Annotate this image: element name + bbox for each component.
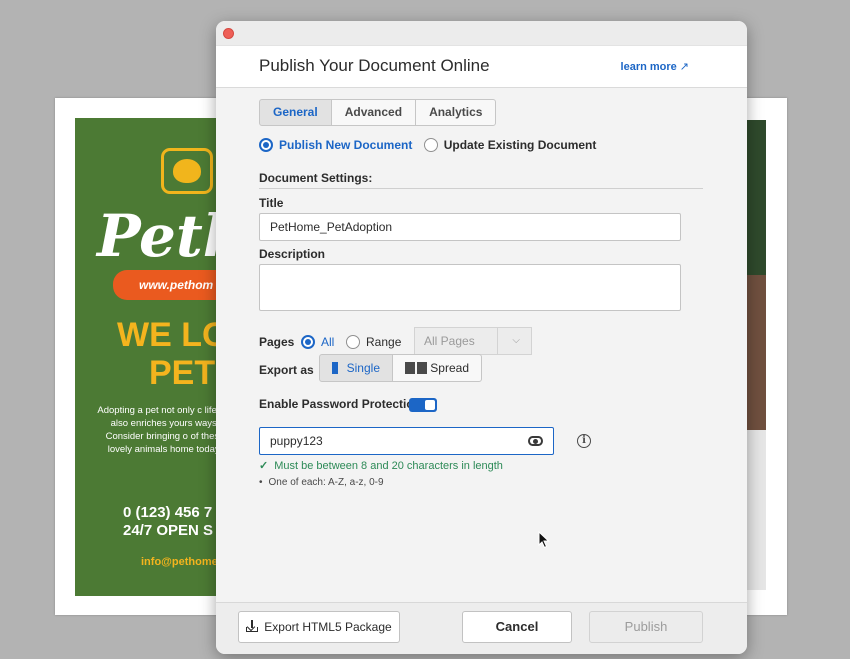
radio-selected-icon[interactable] <box>301 334 315 349</box>
tab-bar: General Advanced Analytics <box>259 99 497 126</box>
external-link-icon: ↗ <box>679 61 689 73</box>
flyer-url-ribbon: www.pethom <box>113 270 225 300</box>
next-page-preview <box>746 120 766 590</box>
password-length-hint: ✓ Must be between 8 and 20 characters in … <box>259 460 503 472</box>
password-value: puppy123 <box>270 434 323 448</box>
learn-more-link[interactable]: learn more ↗ <box>621 60 689 73</box>
divider <box>259 188 703 189</box>
close-window-button[interactable] <box>223 28 234 39</box>
export-single-button[interactable]: Single <box>319 354 393 382</box>
description-label: Description <box>259 247 326 261</box>
cancel-button[interactable]: Cancel <box>462 611 572 643</box>
publish-mode-group: Publish New Document Update Existing Doc… <box>259 137 604 152</box>
checkmark-icon: ✓ <box>259 460 269 472</box>
export-as-label: Export as <box>259 363 314 377</box>
password-protection-label: Enable Password Protection <box>259 397 422 411</box>
spread-page-icon <box>405 362 428 374</box>
flyer-body-text: Adopting a pet not only c life but also … <box>97 405 225 455</box>
page-range-select[interactable]: All Pages ⌵ <box>414 327 532 355</box>
title-label: Title <box>259 196 284 210</box>
pages-range-option[interactable]: Range <box>346 334 401 349</box>
flyer-phone-number: 0 (123) 456 7 <box>123 504 213 521</box>
flyer-hours: 24/7 OPEN S <box>123 522 214 539</box>
pages-label: Pages <box>259 335 295 349</box>
window-titlebar <box>216 21 747 45</box>
publish-dialog: Publish Your Document Online learn more ↗… <box>216 21 747 654</box>
dialog-title: Publish Your Document Online <box>259 56 490 75</box>
password-protection-toggle[interactable] <box>409 398 437 412</box>
flyer-headline-2: PETS <box>149 354 225 392</box>
document-settings-heading: Document Settings: <box>259 171 373 185</box>
cat-logo-icon <box>161 148 213 194</box>
publish-new-option[interactable]: Publish New Document <box>259 137 412 152</box>
radio-empty-icon[interactable] <box>423 137 438 152</box>
radio-selected-icon[interactable] <box>259 137 273 152</box>
eye-icon[interactable] <box>528 436 543 446</box>
flyer-headline-1: WE LO <box>117 316 225 354</box>
radio-empty-icon[interactable] <box>346 334 360 349</box>
password-input[interactable]: puppy123 <box>259 427 554 455</box>
page-range-value: All Pages <box>424 334 475 348</box>
export-html5-button[interactable]: Export HTML5 Package <box>238 611 400 643</box>
flyer-email: info@pethome <box>141 556 218 568</box>
pages-all-option[interactable]: All <box>301 334 334 349</box>
export-spread-button[interactable]: Spread <box>392 354 482 382</box>
dialog-header: Publish Your Document Online learn more ↗ <box>216 45 747 88</box>
tab-advanced[interactable]: Advanced <box>330 99 417 126</box>
publish-button[interactable]: Publish <box>589 611 703 643</box>
update-existing-option[interactable]: Update Existing Document <box>423 137 596 152</box>
chevron-down-icon: ⌵ <box>512 335 520 346</box>
password-charset-hint: • One of each: A-Z, a-z, 0-9 <box>259 477 384 488</box>
description-input[interactable] <box>259 264 681 311</box>
flyer-logo-text: Petho <box>97 202 225 270</box>
tab-general[interactable]: General <box>259 99 332 126</box>
export-layout-segmented: Single Spread <box>319 354 482 382</box>
title-input[interactable]: PetHome_PetAdoption <box>259 213 681 241</box>
flyer-preview: Petho www.pethom WE LO PETS Adopting a p… <box>75 118 225 596</box>
dialog-footer: Export HTML5 Package Cancel Publish <box>216 602 747 654</box>
download-icon <box>246 620 259 632</box>
tab-analytics[interactable]: Analytics <box>415 99 497 126</box>
single-page-icon <box>332 362 338 374</box>
bullet-icon: • <box>259 477 263 488</box>
info-icon[interactable]: i <box>577 434 591 448</box>
flyer-phone: 0 (123) 456 7 24/7 OPEN S <box>123 504 213 540</box>
password-protection-row: Enable Password Protection <box>259 397 437 412</box>
